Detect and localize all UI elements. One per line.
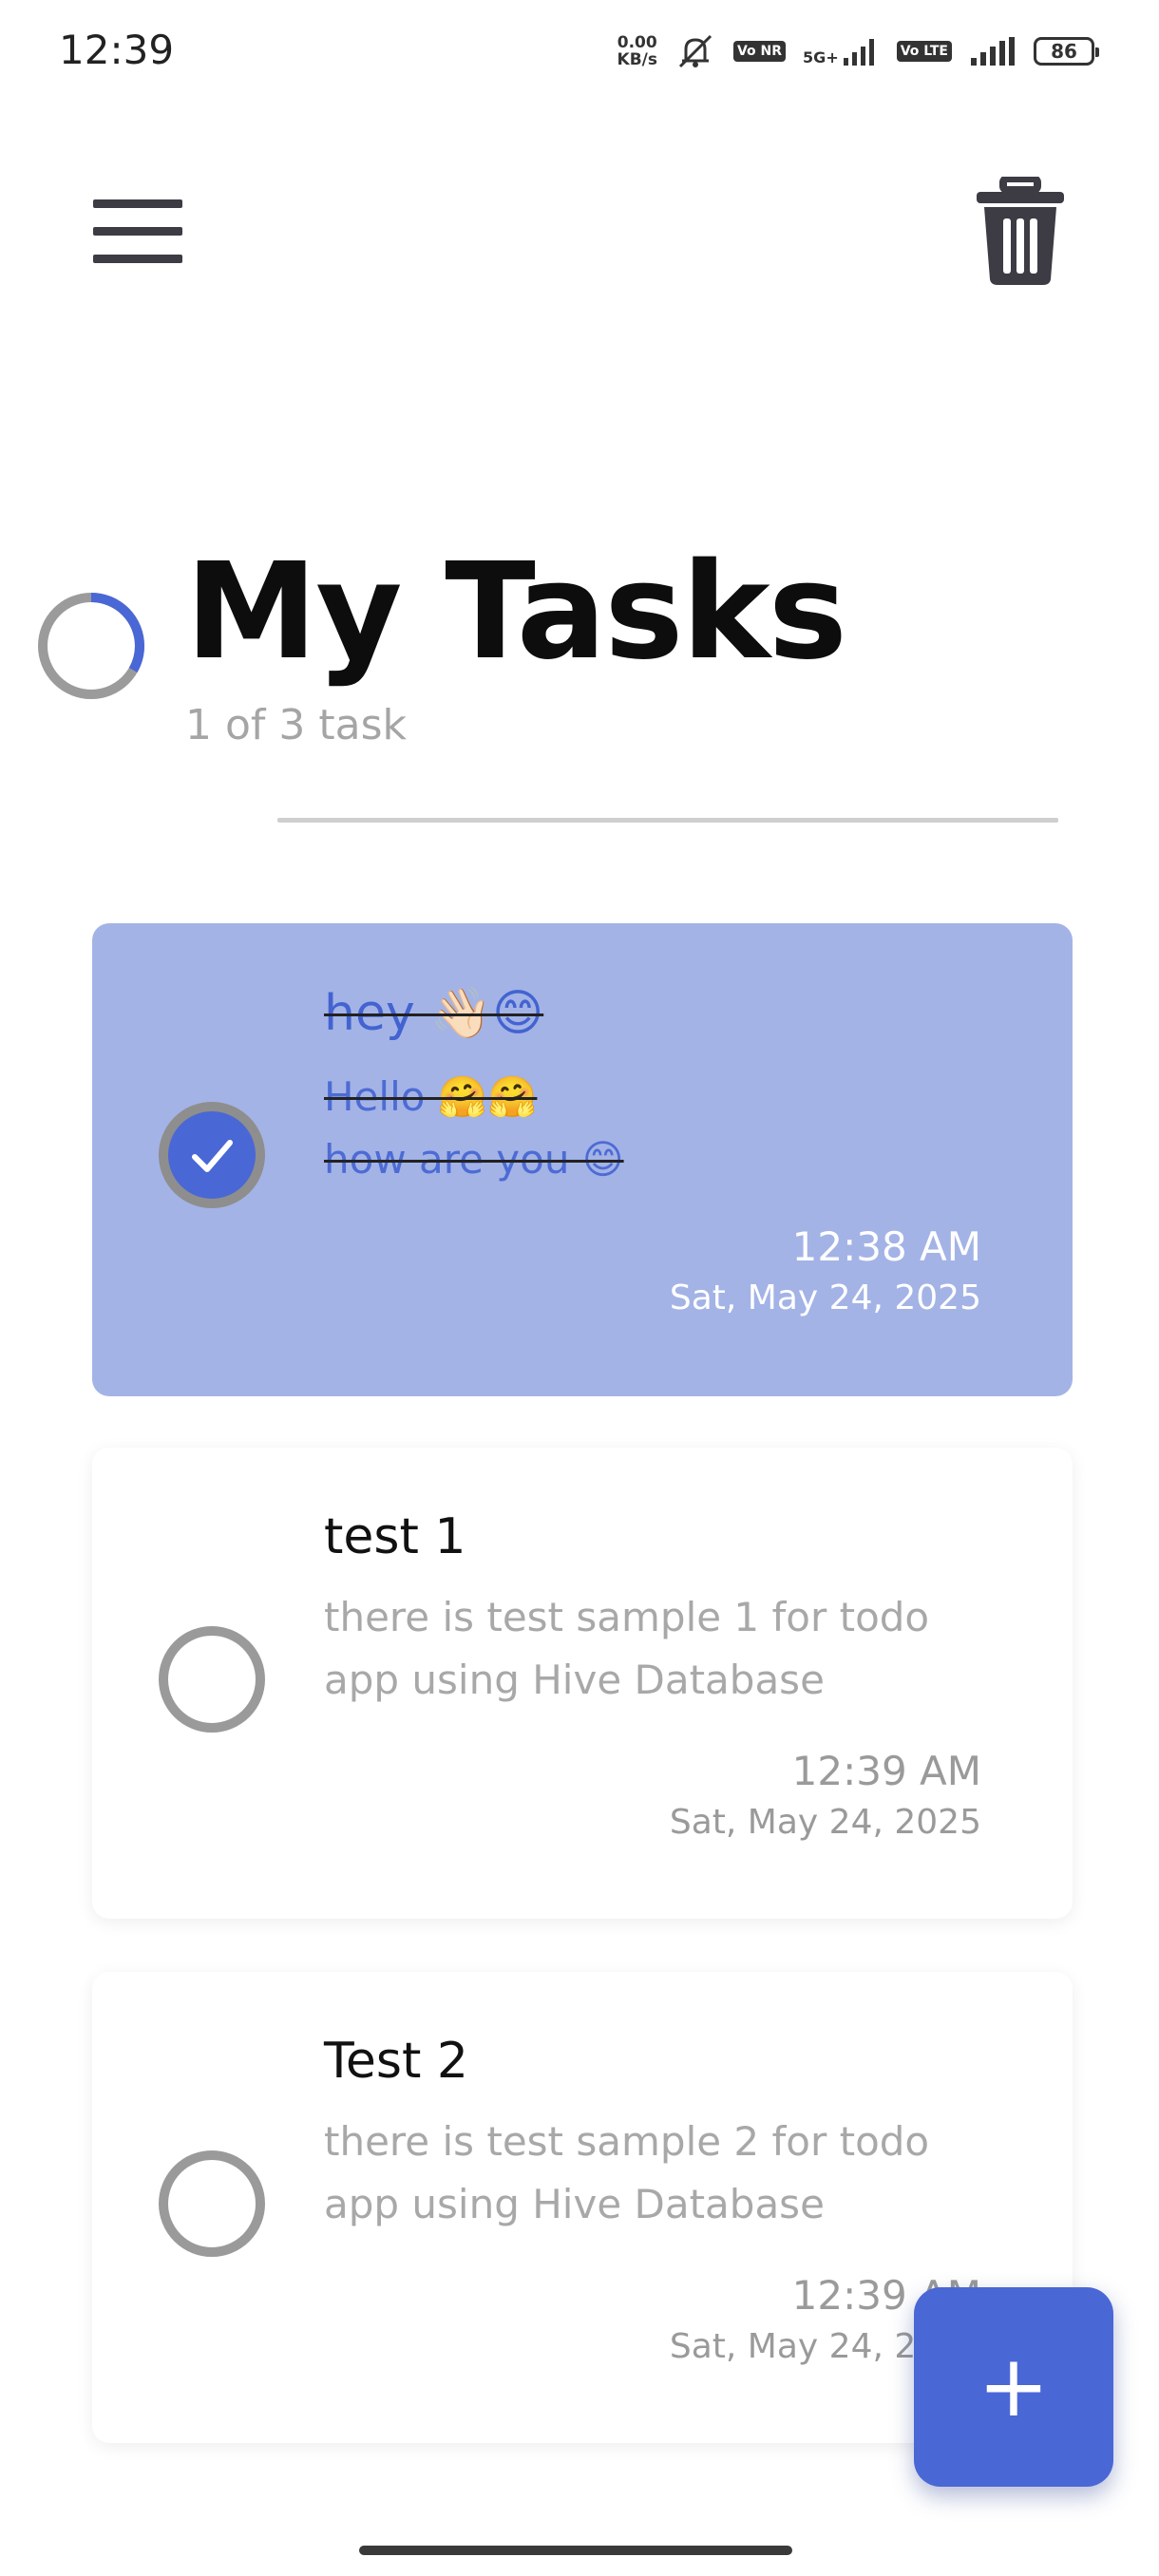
task-card[interactable]: test 1 there is test sample 1 for todo a… bbox=[92, 1448, 1073, 1919]
task-description: there is test sample 2 for todo app usin… bbox=[324, 2118, 930, 2227]
status-time: 12:39 bbox=[59, 27, 175, 73]
task-card[interactable]: hey 👋🏻😊 Hello 🤗🤗 how are you 😊 12:38 AM … bbox=[92, 923, 1073, 1396]
checkmark-icon bbox=[192, 1140, 233, 1172]
task-title: test 1 bbox=[324, 1508, 466, 1565]
task-title: Test 2 bbox=[324, 2033, 469, 2090]
network-speed: 0.00 KB/s bbox=[618, 34, 657, 68]
task-time: 12:39 AM bbox=[791, 1748, 981, 1794]
task-title: hey 👋🏻😊 bbox=[324, 985, 544, 1042]
signal-label: 5G+ bbox=[803, 48, 839, 66]
home-indicator[interactable] bbox=[359, 2546, 792, 2555]
trash-icon[interactable] bbox=[975, 177, 1066, 287]
task-date: Sat, May 24, 2025 bbox=[669, 1803, 981, 1842]
network-speed-unit: KB/s bbox=[617, 50, 657, 69]
task-date: Sat, May 24, 2025 bbox=[669, 1279, 981, 1317]
progress-ring bbox=[38, 593, 144, 699]
task-time: 12:38 AM bbox=[791, 1223, 981, 1270]
plus-icon: + bbox=[978, 2337, 1050, 2436]
page-title: My Tasks bbox=[185, 535, 847, 690]
task-count: 1 of 3 task bbox=[185, 701, 407, 749]
vonr-badge: Vo NR bbox=[732, 41, 787, 62]
task-checkbox[interactable] bbox=[159, 2150, 265, 2257]
task-description: there is test sample 1 for todo app usin… bbox=[324, 1594, 930, 1703]
divider bbox=[277, 818, 1058, 823]
battery-indicator: 86 bbox=[1034, 37, 1099, 66]
task-checkbox[interactable] bbox=[159, 1102, 265, 1208]
task-checkbox[interactable] bbox=[159, 1626, 265, 1733]
mute-bell-icon bbox=[678, 34, 712, 68]
task-description: Hello 🤗🤗 how are you 😊 bbox=[324, 1073, 624, 1183]
add-task-button[interactable]: + bbox=[914, 2287, 1113, 2487]
status-icons: 0.00 KB/s Vo NR 5G+ Vo LTE 86 bbox=[618, 32, 1099, 70]
signal-bars-icon bbox=[971, 37, 1015, 66]
volte-badge: Vo LTE bbox=[896, 41, 952, 62]
hamburger-menu-icon[interactable] bbox=[93, 199, 182, 264]
signal-bars-icon bbox=[843, 39, 874, 66]
network-speed-value: 0.00 bbox=[617, 33, 657, 52]
signal-5g: 5G+ bbox=[803, 37, 880, 66]
